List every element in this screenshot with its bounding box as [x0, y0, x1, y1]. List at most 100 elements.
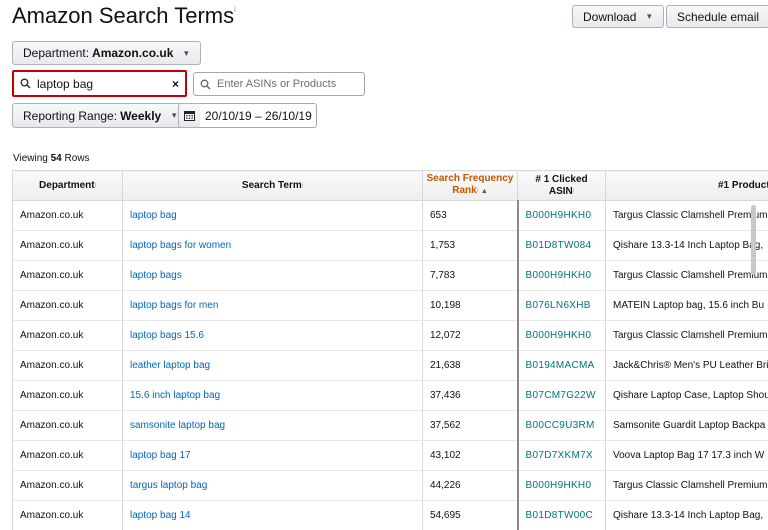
department-cell: Amazon.co.uk: [12, 410, 123, 441]
rank-cell: 44,226: [422, 470, 519, 501]
department-cell: Amazon.co.uk: [12, 290, 123, 321]
reporting-range-value: Weekly: [120, 108, 162, 123]
rank-cell: 37,562: [422, 410, 519, 441]
search-term-link[interactable]: laptop bag 17: [122, 440, 423, 471]
product-title-cell: Voova Laptop Bag 17 17.3 inch W: [605, 440, 768, 471]
search-term-link[interactable]: targus laptop bag: [122, 470, 423, 501]
department-cell: Amazon.co.uk: [12, 230, 123, 261]
schedule-email-button[interactable]: Schedule email: [666, 5, 768, 28]
header-department[interactable]: Departmenti: [12, 170, 123, 201]
asin-link[interactable]: B000H9HKH0: [517, 260, 606, 291]
rank-cell: 21,638: [422, 350, 519, 381]
asin-link[interactable]: B01D8TW00C: [517, 500, 606, 530]
department-cell: Amazon.co.uk: [12, 500, 123, 530]
rank-cell: 10,198: [422, 290, 519, 321]
asin-link[interactable]: B000H9HKH0: [517, 200, 606, 231]
department-cell: Amazon.co.uk: [12, 260, 123, 291]
date-range-field[interactable]: 20/10/19 – 26/10/19: [200, 103, 317, 128]
product-title-cell: Targus Classic Clamshell Premium: [605, 260, 768, 291]
row-count: 54: [50, 153, 62, 164]
page-title: Amazon Search Termsi: [12, 3, 236, 28]
department-dropdown[interactable]: Department: Amazon.co.uk ▼: [12, 41, 202, 65]
search-term-link[interactable]: leather laptop bag: [122, 350, 423, 381]
search-terms-table-container: Departmenti Search Termi Search Frequenc…: [12, 170, 768, 530]
chevron-down-icon: ▼: [645, 12, 654, 21]
table-row: Amazon.co.uk laptop bag 17 43,102 B07D7XKM7…: [12, 440, 768, 471]
product-title-cell: Qishare Laptop Case, Laptop Shoul: [605, 380, 768, 411]
search-term-link[interactable]: laptop bags for women: [122, 230, 423, 261]
search-terms-table: Departmenti Search Termi Search Frequenc…: [12, 170, 768, 530]
table-row: Amazon.co.uk laptop bags 7,783 B000H9HKH0 Ta…: [12, 260, 768, 291]
rank-cell: 12,072: [422, 320, 519, 351]
download-button[interactable]: Download ▼: [572, 5, 665, 28]
reporting-range-label: Reporting Range:: [23, 108, 118, 123]
table-row: Amazon.co.uk 15.6 inch laptop bag 37,436 B0…: [12, 380, 768, 411]
department-cell: Amazon.co.uk: [12, 320, 123, 351]
table-scrollbar[interactable]: [751, 205, 756, 275]
rank-cell: 653: [422, 200, 519, 231]
product-title-cell: Targus Classic Clamshell Premium: [605, 200, 768, 231]
product-title-cell: Qishare 13.3-14 Inch Laptop Bag,: [605, 230, 768, 261]
search-term-link[interactable]: laptop bag 14: [122, 500, 423, 530]
download-label: Download: [583, 9, 637, 24]
asin-link[interactable]: B076LN6XHB: [517, 290, 606, 321]
reporting-range-dropdown[interactable]: Reporting Range: Weekly ▼: [12, 103, 190, 128]
header-search-term[interactable]: Search Termi: [122, 170, 423, 201]
table-row: Amazon.co.uk laptop bags for men 10,198 B07…: [12, 290, 768, 321]
search-icon: [20, 78, 31, 89]
rank-cell: 54,695: [422, 500, 519, 530]
department-cell: Amazon.co.uk: [12, 380, 123, 411]
asin-link[interactable]: B07CM7G22W: [517, 380, 606, 411]
asin-link[interactable]: B0194MACMA: [517, 350, 606, 381]
department-label: Department:: [23, 46, 90, 60]
product-title-cell: Samsonite Guardit Laptop Backpa: [605, 410, 768, 441]
table-row: Amazon.co.uk samsonite laptop bag 37,562 B0…: [12, 410, 768, 441]
calendar-icon: [184, 111, 195, 121]
sort-ascending-icon: ▲: [480, 188, 488, 195]
search-icon: [200, 79, 211, 89]
header-search-frequency-rank[interactable]: Search Frequency Ranki ▲: [422, 170, 518, 201]
search-term-link[interactable]: laptop bags 15.6: [122, 320, 423, 351]
product-title-cell: Targus Classic Clamshell Premium: [605, 320, 768, 351]
search-term-link[interactable]: 15.6 inch laptop bag: [122, 380, 423, 411]
chevron-down-icon: ▼: [182, 48, 191, 58]
department-cell: Amazon.co.uk: [12, 350, 123, 381]
search-term-link[interactable]: laptop bag: [122, 200, 423, 231]
product-title-cell: Qishare 13.3-14 Inch Laptop Bag,: [605, 500, 768, 530]
table-row: Amazon.co.uk laptop bag 14 54,695 B01D8TW00…: [12, 500, 768, 530]
search-term-value: laptop bag: [37, 76, 94, 91]
department-cell: Amazon.co.uk: [12, 440, 123, 471]
search-term-link[interactable]: laptop bags for men: [122, 290, 423, 321]
row-count-text: Viewing 54 Rows: [13, 153, 90, 164]
table-row: Amazon.co.uk targus laptop bag 44,226 B000H…: [12, 470, 768, 501]
rank-cell: 43,102: [422, 440, 519, 471]
asin-link[interactable]: B07D7XKM7X: [517, 440, 606, 471]
schedule-email-label: Schedule email: [677, 9, 760, 24]
table-row: Amazon.co.uk laptop bags 15.6 12,072 B000H9…: [12, 320, 768, 351]
asin-input[interactable]: [217, 78, 357, 90]
rank-cell: 37,436: [422, 380, 519, 411]
info-icon[interactable]: i: [234, 5, 236, 14]
rank-cell: 7,783: [422, 260, 519, 291]
search-term-link[interactable]: laptop bags: [122, 260, 423, 291]
header-product-title[interactable]: #1 Product Title: [605, 170, 768, 201]
asin-search-field[interactable]: [193, 72, 365, 96]
product-title-cell: Jack&Chris® Men's PU Leather Bri: [605, 350, 768, 381]
search-term-input[interactable]: laptop bag ×: [12, 70, 187, 97]
asin-link[interactable]: B00CC9U3RM: [517, 410, 606, 441]
asin-link[interactable]: B000H9HKH0: [517, 320, 606, 351]
header-clicked-asin[interactable]: # 1 Clicked ASINi: [517, 170, 606, 201]
rank-cell: 1,753: [422, 230, 519, 261]
search-term-link[interactable]: samsonite laptop bag: [122, 410, 423, 441]
table-header-row: Departmenti Search Termi Search Frequenc…: [12, 170, 768, 201]
table-row: Amazon.co.uk laptop bags for women 1,753 B0…: [12, 230, 768, 261]
asin-link[interactable]: B000H9HKH0: [517, 470, 606, 501]
product-title-cell: Targus Classic Clamshell Premium: [605, 470, 768, 501]
product-title-cell: MATEIN Laptop bag, 15.6 inch Bu: [605, 290, 768, 321]
calendar-button[interactable]: [178, 103, 201, 128]
chevron-down-icon: ▼: [170, 111, 179, 120]
clear-icon[interactable]: ×: [172, 77, 179, 91]
table-row: Amazon.co.uk laptop bag 653 B000H9HKH0 Targu…: [12, 200, 768, 231]
asin-link[interactable]: B01D8TW084: [517, 230, 606, 261]
department-cell: Amazon.co.uk: [12, 470, 123, 501]
